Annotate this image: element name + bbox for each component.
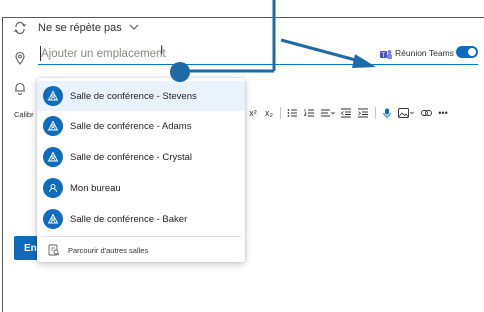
dropdown-divider xyxy=(41,236,241,237)
room-icon xyxy=(43,86,63,106)
room-label: Salle de conférence - Crystal xyxy=(70,151,192,163)
text-caret xyxy=(40,46,41,61)
teams-label: Réunion Teams xyxy=(395,48,454,58)
browse-rooms-link[interactable]: Parcourir d'autres salles xyxy=(37,240,245,260)
recurrence-dropdown[interactable]: Ne se répète pas xyxy=(38,22,122,34)
room-label: Salle de conférence - Adams xyxy=(70,120,192,132)
decrease-indent-icon[interactable] xyxy=(341,105,352,121)
subscript-button[interactable]: x₂ xyxy=(264,105,274,121)
link-icon[interactable] xyxy=(421,105,432,121)
list-item[interactable]: Salle de conférence - Stevens xyxy=(37,81,245,111)
browse-rooms-icon xyxy=(48,244,60,256)
font-name-select[interactable]: Calibr xyxy=(14,110,34,119)
recurrence-icon xyxy=(12,20,28,36)
list-item[interactable]: Salle de conférence - Crystal xyxy=(37,142,245,172)
numbered-list-icon[interactable] xyxy=(304,105,315,121)
room-icon xyxy=(43,209,63,229)
list-item[interactable]: Salle de conférence - Adams xyxy=(37,111,245,141)
bulleted-list-icon[interactable] xyxy=(287,105,298,121)
increase-indent-icon[interactable] xyxy=(358,105,369,121)
location-suggestions: Salle de conférence - Stevens Salle de c… xyxy=(37,78,245,262)
room-icon xyxy=(43,147,63,167)
room-label: Mon bureau xyxy=(70,182,121,194)
room-label: Salle de conférence - Baker xyxy=(70,213,188,225)
location-pin-icon xyxy=(12,50,28,66)
teams-icon: T xyxy=(380,47,392,59)
reminder-bell-icon[interactable] xyxy=(12,80,28,96)
formatting-toolbar: x² x₂ ••• xyxy=(248,104,448,122)
list-item[interactable]: Mon bureau xyxy=(37,173,245,203)
insert-picture-icon[interactable] xyxy=(398,105,415,121)
superscript-button[interactable]: x² xyxy=(248,105,258,121)
svg-text:T: T xyxy=(381,52,386,59)
room-icon xyxy=(43,116,63,136)
ibeam-cursor-icon: I xyxy=(160,43,164,57)
teams-toggle[interactable] xyxy=(456,46,478,58)
browse-rooms-label: Parcourir d'autres salles xyxy=(68,245,149,255)
more-options-button[interactable]: ••• xyxy=(438,105,448,121)
list-item[interactable]: Salle de conférence - Baker xyxy=(37,204,245,234)
toolbar-divider xyxy=(280,107,281,119)
chevron-down-icon[interactable] xyxy=(128,20,140,38)
dictate-icon[interactable] xyxy=(382,105,392,121)
room-icon xyxy=(43,178,63,198)
toolbar-divider xyxy=(375,107,376,119)
align-icon[interactable] xyxy=(321,105,335,121)
room-label: Salle de conférence - Stevens xyxy=(70,90,197,102)
send-button-label: En xyxy=(24,242,37,254)
